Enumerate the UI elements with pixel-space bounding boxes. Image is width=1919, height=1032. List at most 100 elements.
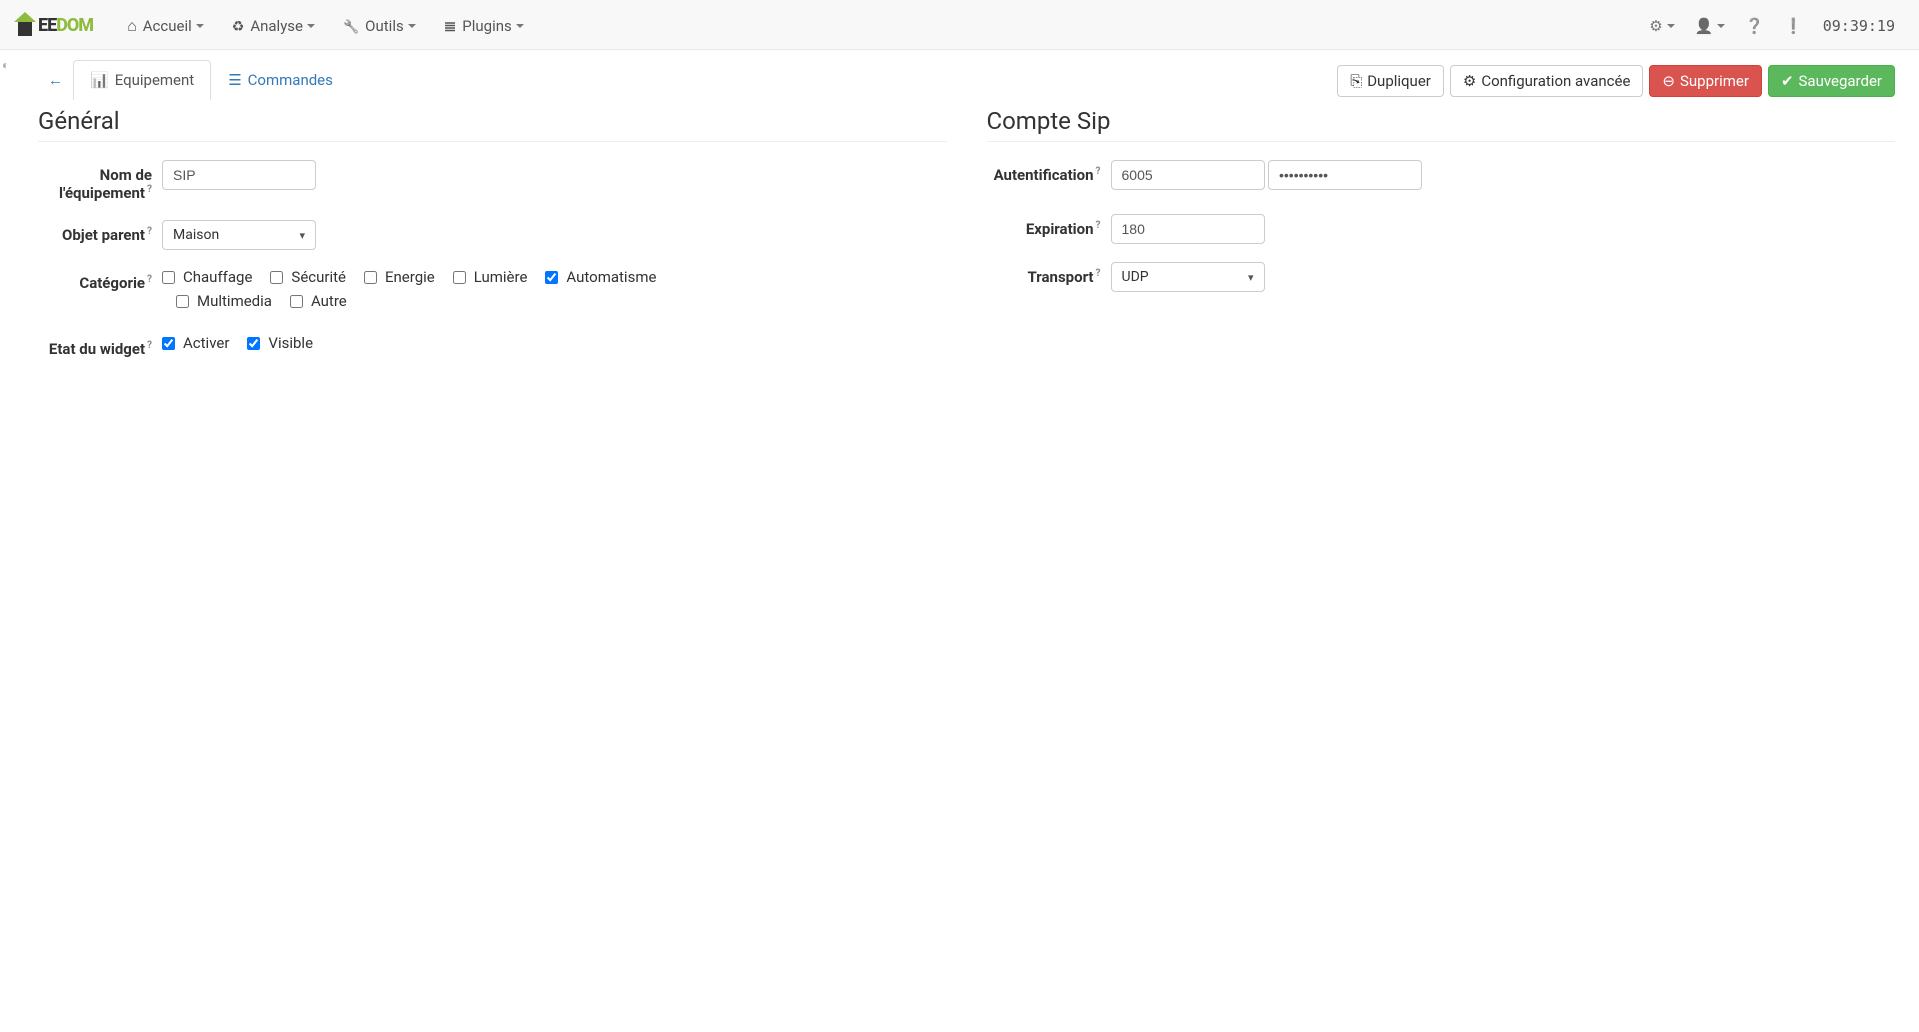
checkbox[interactable]: [162, 271, 175, 284]
back-button[interactable]: [38, 63, 73, 97]
tab-commandes[interactable]: Commandes: [211, 60, 350, 100]
checkbox[interactable]: [364, 271, 377, 284]
section-title-sip: Compte Sip: [987, 107, 1896, 142]
chevron-down-icon: [1717, 24, 1725, 28]
category-lumiere[interactable]: Lumière: [453, 268, 528, 286]
general-section: Général Nom de l'équipement? Objet paren…: [38, 107, 947, 376]
checkbox-label: Activer: [183, 334, 229, 352]
top-navbar: EEDOM Accueil Analyse Outils Plugins 09:…: [0, 0, 1919, 50]
dashboard-icon: [90, 71, 109, 89]
category-chauffage[interactable]: Chauffage: [162, 268, 252, 286]
auth-user-input[interactable]: [1111, 160, 1265, 190]
label-equipment-name: Nom de l'équipement?: [38, 160, 162, 202]
checkbox[interactable]: [270, 271, 283, 284]
checkbox[interactable]: [290, 295, 303, 308]
nav-label: Outils: [365, 17, 404, 35]
duplicate-button[interactable]: Dupliquer: [1337, 65, 1444, 97]
user-icon: [1695, 17, 1714, 35]
help-icon[interactable]: ?: [147, 340, 152, 351]
category-securite[interactable]: Sécurité: [270, 268, 346, 286]
checkbox[interactable]: [176, 295, 189, 308]
category-checkboxes: Chauffage Sécurité Energie Lumière Autom…: [162, 268, 947, 316]
help-icon: [1745, 17, 1764, 35]
parent-object-select[interactable]: Maison: [162, 220, 316, 250]
select-value: Maison: [173, 227, 219, 243]
help-icon[interactable]: ?: [1096, 220, 1101, 231]
category-automatisme[interactable]: Automatisme: [545, 268, 656, 286]
warning-button[interactable]: [1774, 17, 1813, 35]
checkbox[interactable]: [453, 271, 466, 284]
row-parent-object: Objet parent? Maison: [38, 220, 947, 250]
label-parent-object: Objet parent?: [38, 220, 162, 244]
home-icon: [127, 16, 137, 36]
sidebar-toggle-icon[interactable]: [2, 58, 9, 72]
label-transport: Transport?: [987, 262, 1111, 286]
state-visible[interactable]: Visible: [247, 334, 313, 352]
label-category: Catégorie?: [38, 268, 162, 292]
advanced-config-button[interactable]: Configuration avancée: [1450, 65, 1644, 97]
list-icon: [228, 71, 241, 89]
content: Général Nom de l'équipement? Objet paren…: [38, 107, 1895, 376]
back-icon: [48, 71, 63, 89]
checkbox-label: Autre: [311, 292, 347, 310]
chevron-down-icon: [307, 24, 315, 28]
help-icon[interactable]: ?: [1096, 268, 1101, 279]
button-label: Supprimer: [1680, 72, 1749, 90]
button-label: Configuration avancée: [1481, 72, 1630, 90]
help-button[interactable]: [1735, 17, 1774, 35]
row-equipment-name: Nom de l'équipement?: [38, 160, 947, 202]
logo[interactable]: EEDOM: [14, 15, 93, 37]
row-authentication: Autentification?: [987, 160, 1896, 196]
sip-section: Compte Sip Autentification? Expiration? …: [987, 107, 1896, 376]
category-multimedia[interactable]: Multimedia: [176, 292, 272, 310]
equipment-name-input[interactable]: [162, 160, 316, 190]
auth-pass-input[interactable]: [1268, 160, 1422, 190]
state-checkboxes: Activer Visible: [162, 334, 947, 358]
help-icon[interactable]: ?: [147, 274, 152, 285]
row-widget-state: Etat du widget? Activer Visible: [38, 334, 947, 358]
logo-text-1: EE: [38, 15, 56, 36]
chevron-down-icon: [196, 24, 204, 28]
user-menu[interactable]: [1685, 17, 1736, 35]
label-expiration: Expiration?: [987, 214, 1111, 238]
expiration-input[interactable]: [1111, 214, 1265, 244]
checkbox[interactable]: [545, 271, 558, 284]
checkbox-label: Automatisme: [566, 268, 656, 286]
transport-select[interactable]: UDP: [1111, 262, 1265, 292]
nav-outils[interactable]: Outils: [329, 2, 430, 50]
label-widget-state: Etat du widget?: [38, 334, 162, 358]
help-icon[interactable]: ?: [1096, 166, 1101, 177]
tab-equipement[interactable]: Equipement: [73, 60, 211, 100]
checkbox[interactable]: [247, 337, 260, 350]
checkbox-label: Multimedia: [197, 292, 272, 310]
nav-items: Accueil Analyse Outils Plugins: [113, 2, 538, 50]
nav-plugins[interactable]: Plugins: [430, 2, 538, 50]
row-transport: Transport? UDP: [987, 262, 1896, 292]
state-activer[interactable]: Activer: [162, 334, 229, 352]
checkbox-label: Chauffage: [183, 268, 252, 286]
settings-menu[interactable]: [1639, 17, 1684, 35]
category-energie[interactable]: Energie: [364, 268, 435, 286]
nav-analyse[interactable]: Analyse: [218, 2, 329, 50]
button-label: Sauvegarder: [1799, 72, 1882, 90]
checkbox-label: Visible: [268, 334, 313, 352]
help-icon[interactable]: ?: [147, 226, 152, 237]
nav-accueil[interactable]: Accueil: [113, 2, 218, 50]
nav-right: 09:39:19: [1639, 17, 1905, 35]
button-label: Dupliquer: [1367, 72, 1431, 90]
save-button[interactable]: Sauvegarder: [1768, 65, 1895, 97]
analyse-icon: [232, 17, 245, 35]
category-autre[interactable]: Autre: [290, 292, 347, 310]
checkbox[interactable]: [162, 337, 175, 350]
nav-label: Analyse: [250, 17, 303, 35]
cogs-icon: [1463, 72, 1476, 90]
delete-button[interactable]: Supprimer: [1649, 65, 1762, 97]
check-circle-icon: [1781, 72, 1794, 90]
row-category: Catégorie? Chauffage Sécurité Energie Lu…: [38, 268, 947, 316]
help-icon[interactable]: ?: [147, 184, 152, 195]
gear-icon: [1649, 17, 1662, 35]
chevron-down-icon: [408, 24, 416, 28]
chevron-down-icon: [1667, 24, 1675, 28]
action-bar: Equipement Commandes Dupliquer Configura…: [38, 60, 1895, 101]
section-title-general: Général: [38, 107, 947, 142]
